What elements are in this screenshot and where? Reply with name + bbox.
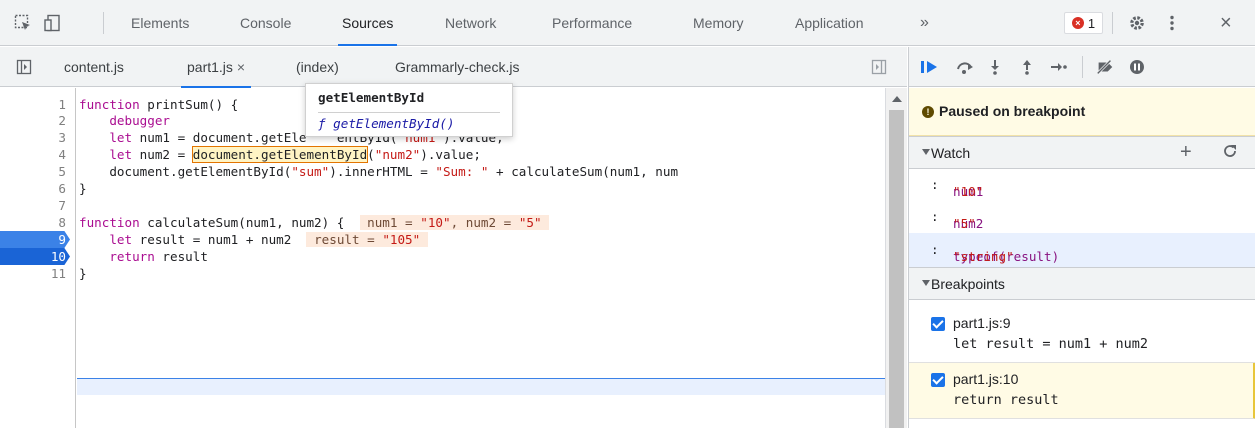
line-number[interactable]: 2 — [0, 112, 66, 129]
file-tab-index[interactable]: (index) — [296, 47, 339, 87]
scroll-up-arrow-icon[interactable] — [892, 96, 902, 102]
breakpoint-checkbox[interactable] — [931, 317, 945, 331]
gear-icon[interactable] — [1127, 13, 1147, 33]
file-tab-content-js[interactable]: content.js — [64, 47, 124, 87]
breakpoint-marker[interactable]: 10 — [0, 248, 70, 265]
file-tab-label: part1.js — [187, 59, 233, 75]
more-options-icon[interactable] — [1162, 13, 1182, 33]
watch-value: "string" — [953, 249, 1014, 264]
paused-message: Paused on breakpoint — [939, 103, 1086, 119]
breakpoint-item[interactable]: part1.js:10 return result — [909, 363, 1255, 419]
line-number[interactable]: 4 — [0, 146, 66, 163]
file-tab-label: (index) — [296, 59, 339, 75]
add-watch-button[interactable]: + — [1180, 141, 1192, 164]
code-line: return result — [109, 249, 208, 264]
tab-memory[interactable]: Memory — [693, 0, 744, 46]
editor-scrollbar[interactable] — [885, 88, 907, 428]
watch-value: "10" — [953, 184, 984, 199]
paused-banner: ! Paused on breakpoint — [909, 88, 1255, 136]
autocomplete-popup[interactable]: getElementById ƒ getElementById() — [305, 83, 513, 137]
close-tab-icon[interactable]: × — [237, 59, 245, 75]
expand-triangle-icon — [922, 149, 930, 155]
code-line: } — [79, 266, 87, 281]
step-over-icon[interactable] — [955, 58, 975, 76]
resume-icon[interactable] — [920, 58, 940, 76]
code-editor[interactable]: 1 2 3 4 5 6 7 8 9 10 11 function printSu… — [0, 88, 885, 428]
watch-title: Watch — [931, 145, 971, 161]
line-number[interactable]: 7 — [0, 197, 66, 214]
tab-console[interactable]: Console — [240, 0, 291, 46]
breakpoints-title: Breakpoints — [931, 276, 1005, 292]
device-toolbar-icon[interactable] — [43, 13, 63, 33]
error-count-badge[interactable]: × 1 — [1064, 12, 1103, 34]
watch-item[interactable]: num1: "10" — [909, 170, 1255, 200]
tab-sources[interactable]: Sources — [337, 0, 398, 46]
line-number[interactable]: 11 — [0, 265, 66, 282]
close-devtools-button[interactable]: × — [1220, 0, 1232, 46]
step-into-icon[interactable] — [985, 58, 1005, 76]
inspect-element-icon[interactable] — [13, 13, 33, 33]
error-count: 1 — [1087, 15, 1096, 31]
watch-item[interactable]: num2: "5" — [909, 202, 1255, 232]
code-line: let num2 = document.getElementById("num2… — [109, 146, 481, 163]
breakpoint-checkbox[interactable] — [931, 373, 945, 387]
current-execution-line — [77, 378, 885, 395]
code-line: document.getElementById("sum").innerHTML… — [79, 164, 679, 179]
step-out-icon[interactable] — [1017, 58, 1037, 76]
watch-value: "5" — [953, 216, 976, 231]
line-number[interactable]: 3 — [0, 129, 66, 146]
breakpoint-code: let result = num1 + num2 — [953, 336, 1149, 352]
file-tab-label: Grammarly-check.js — [395, 59, 520, 75]
code-line: } — [79, 181, 87, 196]
deactivate-breakpoints-icon[interactable] — [1095, 58, 1115, 76]
line-number[interactable]: 6 — [0, 180, 66, 197]
breakpoint-location: part1.js:10 — [953, 371, 1019, 387]
step-icon[interactable] — [1049, 58, 1069, 76]
line-number[interactable]: 8 — [0, 214, 66, 231]
code-line: debugger — [109, 113, 171, 128]
pause-on-exceptions-icon[interactable] — [1127, 58, 1147, 76]
autocomplete-signature[interactable]: ƒ getElementById() — [318, 116, 454, 131]
breakpoint-location: part1.js:9 — [953, 315, 1011, 331]
file-tab-grammarly-check[interactable]: Grammarly-check.js — [395, 47, 519, 87]
autocomplete-title: getElementById — [318, 90, 425, 105]
tab-application[interactable]: Application — [795, 0, 864, 46]
info-icon: ! — [922, 106, 934, 118]
code-line: let result = num1 + num2 result = "105" — [79, 231, 428, 248]
watch-item[interactable]: typeof(result): "string" — [909, 233, 1255, 267]
toolbar-divider — [1112, 12, 1113, 34]
toggle-navigator-icon[interactable] — [14, 57, 34, 77]
tab-performance[interactable]: Performance — [552, 0, 632, 46]
tab-elements[interactable]: Elements — [131, 0, 189, 46]
breakpoint-code: return result — [953, 392, 1059, 408]
toggle-debugger-icon[interactable] — [869, 57, 889, 77]
code-line: function calculateSum(num1, num2) { num1… — [79, 214, 550, 231]
inline-value: result = "105" — [306, 232, 428, 247]
line-number[interactable]: 1 — [0, 96, 66, 113]
toolbar-divider — [1082, 56, 1083, 78]
devtools-toolbar: Elements Console Sources Network Perform… — [0, 0, 1255, 46]
line-number[interactable]: 5 — [0, 163, 66, 180]
divider — [318, 112, 500, 113]
file-tab-label: content.js — [64, 59, 124, 75]
file-tab-bar: content.js part1.js × (index) Grammarly-c… — [0, 47, 907, 88]
code-line: function printSum() { — [79, 97, 239, 112]
scrollbar-thumb[interactable] — [889, 110, 904, 428]
breakpoint-item[interactable]: part1.js:9 let result = num1 + num2 — [909, 307, 1255, 363]
inline-value: num1 = "10", num2 = "5" — [359, 215, 550, 230]
refresh-icon[interactable] — [1222, 143, 1238, 159]
error-icon: × — [1071, 17, 1084, 29]
more-tabs-button[interactable]: » — [920, 0, 929, 46]
expand-triangle-icon — [922, 280, 930, 286]
file-tab-part1-js[interactable]: part1.js × — [180, 47, 252, 88]
breakpoints-section-header[interactable]: Breakpoints — [909, 267, 1255, 300]
watch-section-header[interactable]: Watch + — [909, 136, 1255, 169]
toolbar-divider — [103, 12, 104, 34]
debugger-sidebar: ! Paused on breakpoint Watch + num1: "10… — [908, 47, 1255, 428]
debugger-controls — [909, 47, 1255, 87]
tab-network[interactable]: Network — [445, 0, 496, 46]
breakpoint-marker[interactable]: 9 — [0, 231, 70, 248]
